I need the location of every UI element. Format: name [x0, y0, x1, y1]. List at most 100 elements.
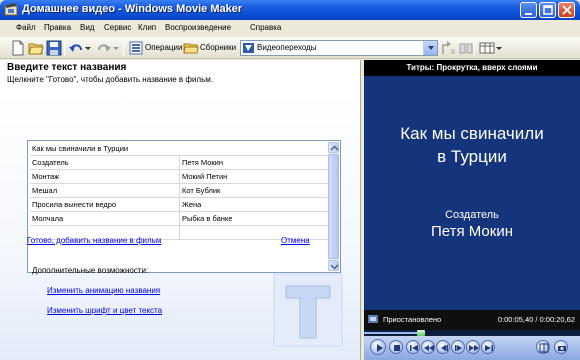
- scroll-up-button[interactable]: [328, 142, 339, 153]
- split-icon: [539, 343, 549, 353]
- undo-icon[interactable]: [68, 40, 84, 56]
- previous-clip-button[interactable]: [406, 340, 420, 354]
- window-title: Домашнее видео - Windows Movie Maker: [22, 3, 243, 15]
- operations-button[interactable]: Операции: [128, 40, 182, 56]
- rewind-button[interactable]: [421, 340, 435, 354]
- menu-bar: Файл Правка Вид Сервис Клип Воспроизведе…: [0, 20, 580, 37]
- collection-select[interactable]: Видеопереходы: [240, 40, 438, 56]
- redo-dropdown-icon[interactable]: [112, 40, 120, 56]
- split-clip-button[interactable]: [536, 340, 550, 354]
- scroll-thumb[interactable]: [328, 154, 339, 259]
- menu-help[interactable]: Справка: [250, 23, 281, 32]
- title-text-scrollbar[interactable]: [328, 142, 339, 271]
- title-first-line-text: Как мы свиначили в Турции: [32, 144, 129, 153]
- playback-status-bar: Приостановлено 0:00:05,40 / 0:00:20,62: [364, 310, 580, 330]
- title-editor-pane: Введите текст названия Щелкните "Готово"…: [0, 60, 360, 360]
- credit-row[interactable]: Просила вынести ведро Жена: [30, 198, 328, 212]
- change-font-color-link[interactable]: Изменить шрифт и цвет текста: [47, 306, 162, 315]
- change-animation-link[interactable]: Изменить анимацию названия: [47, 286, 160, 295]
- credit-row[interactable]: Мешал Кот Бублик: [30, 184, 328, 198]
- playback-controls: [364, 336, 580, 360]
- menu-edit[interactable]: Правка: [44, 23, 71, 32]
- playback-status: Приостановлено: [383, 315, 442, 324]
- frame-forward-icon: [455, 345, 462, 351]
- take-picture-button[interactable]: [554, 340, 568, 354]
- movie-maker-window: Домашнее видео - Windows Movie Maker Фай…: [0, 0, 580, 360]
- column-divider: [179, 170, 180, 184]
- views-icon[interactable]: [479, 40, 495, 56]
- next-clip-button[interactable]: [481, 340, 495, 354]
- toolbar-separator: [474, 40, 475, 56]
- column-divider: [179, 184, 180, 198]
- credit-name: Рыбка в банке: [182, 214, 233, 223]
- title-text-input[interactable]: Как мы свиначили в Турции Создатель Петя…: [27, 140, 341, 273]
- skip-forward-icon: [485, 345, 493, 351]
- fast-forward-icon: [469, 345, 479, 351]
- credit-name: Мокий Петин: [182, 172, 228, 181]
- chevron-up-icon: [330, 145, 339, 151]
- credit-row[interactable]: Монтаж Мокий Петин: [30, 170, 328, 184]
- collections-label: Сборники: [200, 43, 237, 52]
- redo-icon[interactable]: [96, 40, 112, 56]
- previous-frame-button[interactable]: [436, 340, 450, 354]
- film-status-icon: [368, 315, 378, 323]
- credit-name: Кот Бублик: [182, 186, 221, 195]
- title-bar[interactable]: Домашнее видео - Windows Movie Maker: [0, 0, 580, 20]
- stop-button[interactable]: [389, 340, 403, 354]
- menu-tools[interactable]: Сервис: [104, 23, 131, 32]
- operations-icon: [129, 41, 143, 55]
- menu-clip[interactable]: Клип: [138, 23, 156, 32]
- navigate-icon[interactable]: [458, 40, 474, 56]
- menu-playback[interactable]: Воспроизведение: [165, 23, 231, 32]
- title-watermark-icon: [273, 273, 343, 347]
- maximize-button[interactable]: [539, 2, 556, 18]
- column-divider: [179, 156, 180, 170]
- credit-row[interactable]: Создатель Петя Мокин: [30, 156, 328, 170]
- movie-maker-app-icon[interactable]: [4, 3, 18, 17]
- preview-screen: Как мы свиначили в Турции Создатель Петя…: [364, 76, 580, 310]
- preview-title-line2: в Турции: [437, 147, 507, 166]
- frame-back-icon: [441, 345, 448, 351]
- title-first-line[interactable]: Как мы свиначили в Турции: [30, 142, 328, 156]
- rewind-icon: [424, 345, 434, 351]
- close-button[interactable]: [558, 2, 575, 18]
- views-dropdown-icon[interactable]: [495, 40, 503, 56]
- save-icon[interactable]: [46, 40, 62, 56]
- close-icon: [562, 5, 572, 15]
- stop-icon: [394, 345, 400, 351]
- play-button[interactable]: [370, 339, 386, 355]
- credit-role: Монтаж: [32, 172, 60, 181]
- menu-file[interactable]: Файл: [16, 23, 36, 32]
- cancel-link[interactable]: Отмена: [281, 236, 310, 245]
- camera-icon: [558, 346, 566, 351]
- preview-header-text: Титры: Прокрутка, вверх слоями: [406, 63, 538, 72]
- minimize-icon: [525, 13, 532, 15]
- credit-name: Жена: [182, 200, 202, 209]
- preview-header: Титры: Прокрутка, вверх слоями: [364, 60, 580, 76]
- done-add-title-link[interactable]: Готово, добавить название в фильм: [27, 236, 161, 245]
- fast-forward-button[interactable]: [466, 340, 480, 354]
- menu-view[interactable]: Вид: [80, 23, 94, 32]
- collection-select-arrow[interactable]: [423, 41, 437, 55]
- move-up-icon[interactable]: [441, 40, 457, 56]
- open-project-icon[interactable]: [28, 40, 44, 56]
- operations-label: Операции: [145, 43, 183, 52]
- credit-role: Просила вынести ведро: [32, 200, 117, 209]
- credit-role: Создатель: [32, 158, 69, 167]
- credit-role: Мешал: [32, 186, 58, 195]
- column-divider: [179, 198, 180, 212]
- column-divider: [179, 226, 180, 240]
- transitions-icon: [243, 43, 254, 53]
- collections-button[interactable]: Сборники: [183, 40, 237, 56]
- minimize-button[interactable]: [520, 2, 537, 18]
- credit-row[interactable]: Молчала Рыбка в банке: [30, 212, 328, 226]
- column-divider: [179, 212, 180, 226]
- collections-folder-icon: [183, 43, 199, 54]
- skip-back-icon: [410, 345, 418, 351]
- preview-credit-name: Петя Мокин: [430, 223, 514, 240]
- preview-title-line1: Как мы свиначили: [400, 124, 544, 143]
- undo-dropdown-icon[interactable]: [84, 40, 92, 56]
- next-frame-button[interactable]: [451, 340, 465, 354]
- new-project-icon[interactable]: [10, 40, 26, 56]
- scroll-down-button[interactable]: [328, 260, 339, 271]
